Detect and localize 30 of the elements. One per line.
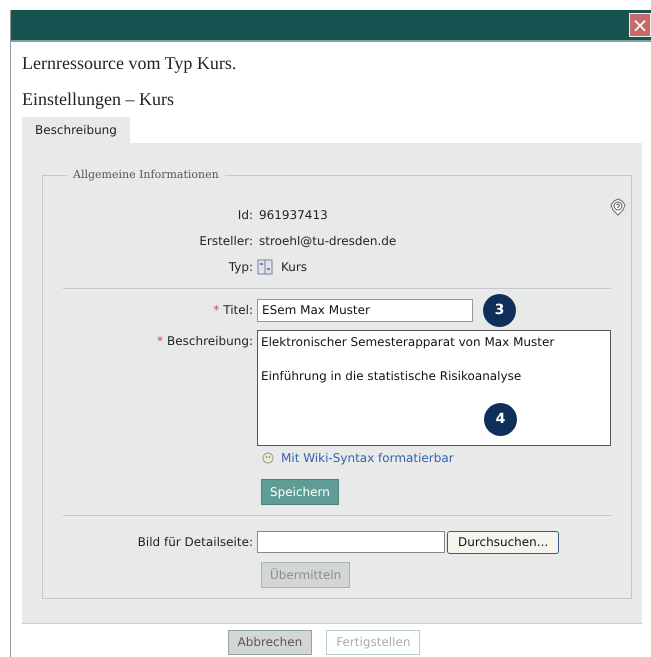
field-label: Bild für Detailseite:	[136, 534, 254, 551]
description-line: Einführung in die statistische Risikoanalyse	[261, 368, 522, 384]
field-value: stroehl@tu-dresden.de	[258, 232, 396, 250]
footer-button[interactable]: Abbrechen	[228, 630, 312, 654]
file-input[interactable]	[257, 531, 445, 553]
field-label: Beschreibung:	[167, 332, 253, 350]
help-icon	[609, 198, 627, 216]
step-badge: 4	[484, 402, 517, 436]
fieldset-legend: Allgemeine Informationen	[67, 167, 225, 184]
field-label: Id:	[236, 206, 254, 224]
step-badge: 3	[483, 294, 516, 326]
field-value: Kurs	[280, 258, 308, 276]
save-button[interactable]: Speichern	[261, 478, 339, 504]
field-label: Titel:	[223, 302, 253, 319]
description-textarea[interactable]: Elektronischer Semesterapparat von Max Muster Einführung in die statistische Risikoanalyse 4	[257, 330, 611, 446]
intro-text: Lernressource vom Typ Kurs.	[22, 52, 238, 75]
course-icon	[257, 258, 273, 274]
required-mark: *	[213, 302, 220, 319]
title-input[interactable]: ESem Max Muster	[257, 298, 473, 322]
smiley-icon	[261, 452, 275, 464]
tab[interactable]: Beschreibung	[22, 117, 130, 143]
close-button[interactable]: ×	[629, 13, 651, 37]
field-label: Ersteller:	[198, 232, 254, 250]
description-line: Elektronischer Semesterapparat von Max Muster	[261, 334, 556, 350]
required-mark: *	[157, 332, 164, 350]
field-value: 961937413	[258, 206, 328, 224]
browse-button[interactable]: Durchsuchen...	[447, 530, 560, 554]
page-heading: Einstellungen – Kurs	[22, 88, 175, 111]
wiki-syntax-link[interactable]: Mit Wiki-Syntax formatierbar	[281, 448, 454, 466]
field-label: Typ:	[228, 258, 254, 276]
